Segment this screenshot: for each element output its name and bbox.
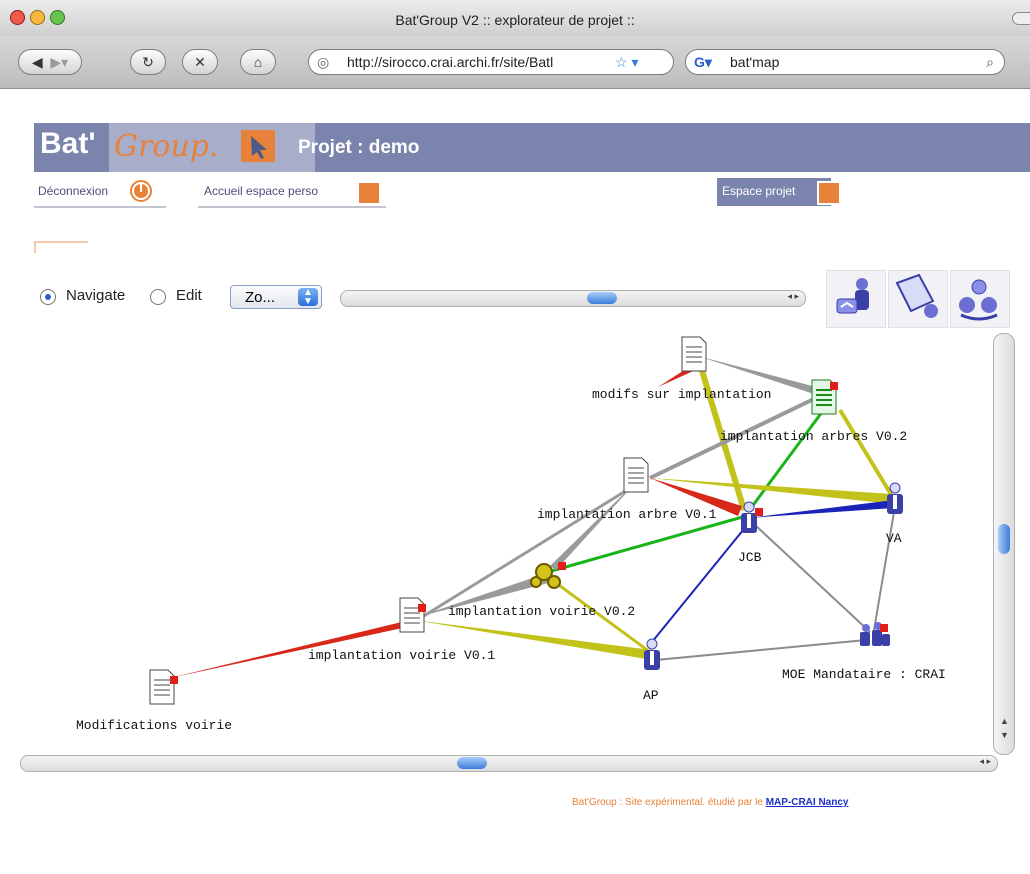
edge-voirie01-arbre[interactable] [413,480,641,624]
edit-radio[interactable] [150,289,166,305]
add-person-tool[interactable] [826,270,886,328]
google-icon[interactable]: G▾ [694,50,712,74]
reload-icon: ↻ [142,54,154,70]
node-jcb[interactable]: JCB [738,501,763,565]
zoom-slider[interactable]: ◂ ▸ [340,290,806,307]
logo-group: Group. [114,129,219,164]
navigate-label[interactable]: Navigate [66,287,125,304]
vertical-scroll-thumb[interactable] [998,524,1010,554]
project-graph[interactable]: modifs sur implantation implantation arb… [20,333,992,753]
home-space-icon[interactable] [357,181,381,205]
node-arbre01[interactable]: implantation arbre V0.1 [537,457,717,522]
project-space-icon[interactable] [817,181,841,205]
map-crai-link[interactable]: MAP-CRAI Nancy [766,797,849,808]
graph-horizontal-scrollbar[interactable]: ◂ ▸ [20,755,998,772]
vertical-arrows-icon[interactable]: ▲ ▼ [1000,714,1009,742]
node-label: VA [886,531,902,546]
node-moe[interactable]: MOE Mandataire : CRAI [782,622,946,682]
zoom-stepper-icon[interactable]: ▲ ▼ [298,288,318,307]
site-icon: ◎ [317,54,330,70]
add-group-tool[interactable] [950,270,1010,328]
orange-divider-tick [34,241,36,253]
node-voirie02[interactable]: implantation voirie V0.2 [448,562,635,619]
horizontal-scroll-thumb[interactable] [457,757,487,769]
power-icon[interactable] [128,178,154,204]
search-bar[interactable]: G▾ bat'map ⌕ [685,49,1005,75]
node-label: AP [643,688,659,703]
node-label: implantation voirie V0.2 [448,604,635,619]
edge-ap-jcb[interactable] [651,523,749,643]
edge-jcb-va[interactable] [748,500,894,518]
forward-icon[interactable]: ▶▾ [50,54,68,70]
bookmark-star-icon[interactable]: ☆ ▾ [615,50,638,74]
horizontal-arrows-icon[interactable]: ◂ ▸ [979,756,991,767]
zoom-slider-thumb[interactable] [587,292,617,304]
site-footer: Bat'Group : Site expérimental. étudié pa… [572,797,848,808]
search-icon[interactable]: ⌕ [986,50,994,74]
url-text[interactable]: http://sirocco.crai.archi.fr/site/Batl [347,50,553,74]
reload-button[interactable]: ↻ [130,49,166,75]
back-icon[interactable]: ◀ [32,54,43,70]
zoom-arrows-icon[interactable]: ◂ ▸ [787,291,799,302]
node-modifvoirie[interactable]: Modifications voirie [76,669,232,733]
zoom-select[interactable]: Zo... ▲ ▼ [230,285,322,309]
node-label: MOE Mandataire : CRAI [782,667,946,682]
edge-jcb-moe[interactable] [753,523,871,633]
toolbar-toggle-button[interactable] [1012,12,1030,25]
footer-text: Bat'Group : Site expérimental. étudié pa… [572,797,766,808]
navigate-radio[interactable] [40,289,56,305]
window-titlebar: Bat'Group V2 :: explorateur de projet :: [0,0,1030,37]
add-document-tool[interactable] [888,270,948,328]
search-input[interactable]: bat'map [730,50,779,74]
zoom-value[interactable]: Zo... [245,289,275,306]
url-bar[interactable]: ◎ http://sirocco.crai.archi.fr/site/Batl… [308,49,674,75]
browser-toolbar: ◀ ▶▾ ↻ ✕ ⌂ ◎ http://sirocco.crai.archi.f… [0,36,1030,89]
stop-icon: ✕ [194,54,206,70]
edit-label[interactable]: Edit [176,287,202,304]
logo-cursor-icon [241,130,275,162]
logout-underline [34,206,166,208]
node-label: Modifications voirie [76,718,232,733]
node-label: implantation arbres V0.2 [720,429,907,444]
project-space-tab[interactable]: Espace projet [717,178,831,206]
graph-vertical-scrollbar[interactable]: ▲ ▼ [993,333,1015,755]
orange-divider [34,241,88,243]
edge-ap-moe[interactable] [655,639,867,661]
project-space-label[interactable]: Espace projet [722,184,795,198]
window-title: Bat'Group V2 :: explorateur de projet :: [395,12,635,28]
home-button[interactable]: ⌂ [240,49,276,75]
home-icon: ⌂ [253,54,263,70]
project-title: Projet : demo [298,137,420,158]
back-forward-buttons[interactable]: ◀ ▶▾ [18,49,82,75]
logout-link[interactable]: Déconnexion [38,184,108,198]
edge-va-moe[interactable] [873,511,895,631]
node-label: implantation arbre V0.1 [537,507,717,522]
node-label: JCB [738,550,762,565]
site-banner: Bat' Group. Projet : demo [34,123,1030,172]
node-label: modifs sur implantation [592,387,771,402]
home-space-link[interactable]: Accueil espace perso [204,184,318,198]
home-space-underline [198,206,386,208]
node-label: implantation voirie V0.1 [308,648,495,663]
stop-button[interactable]: ✕ [182,49,218,75]
edge-arbres-va[interactable] [838,408,894,498]
logo-bat: Bat' [40,127,96,160]
graph-edges [170,356,895,678]
